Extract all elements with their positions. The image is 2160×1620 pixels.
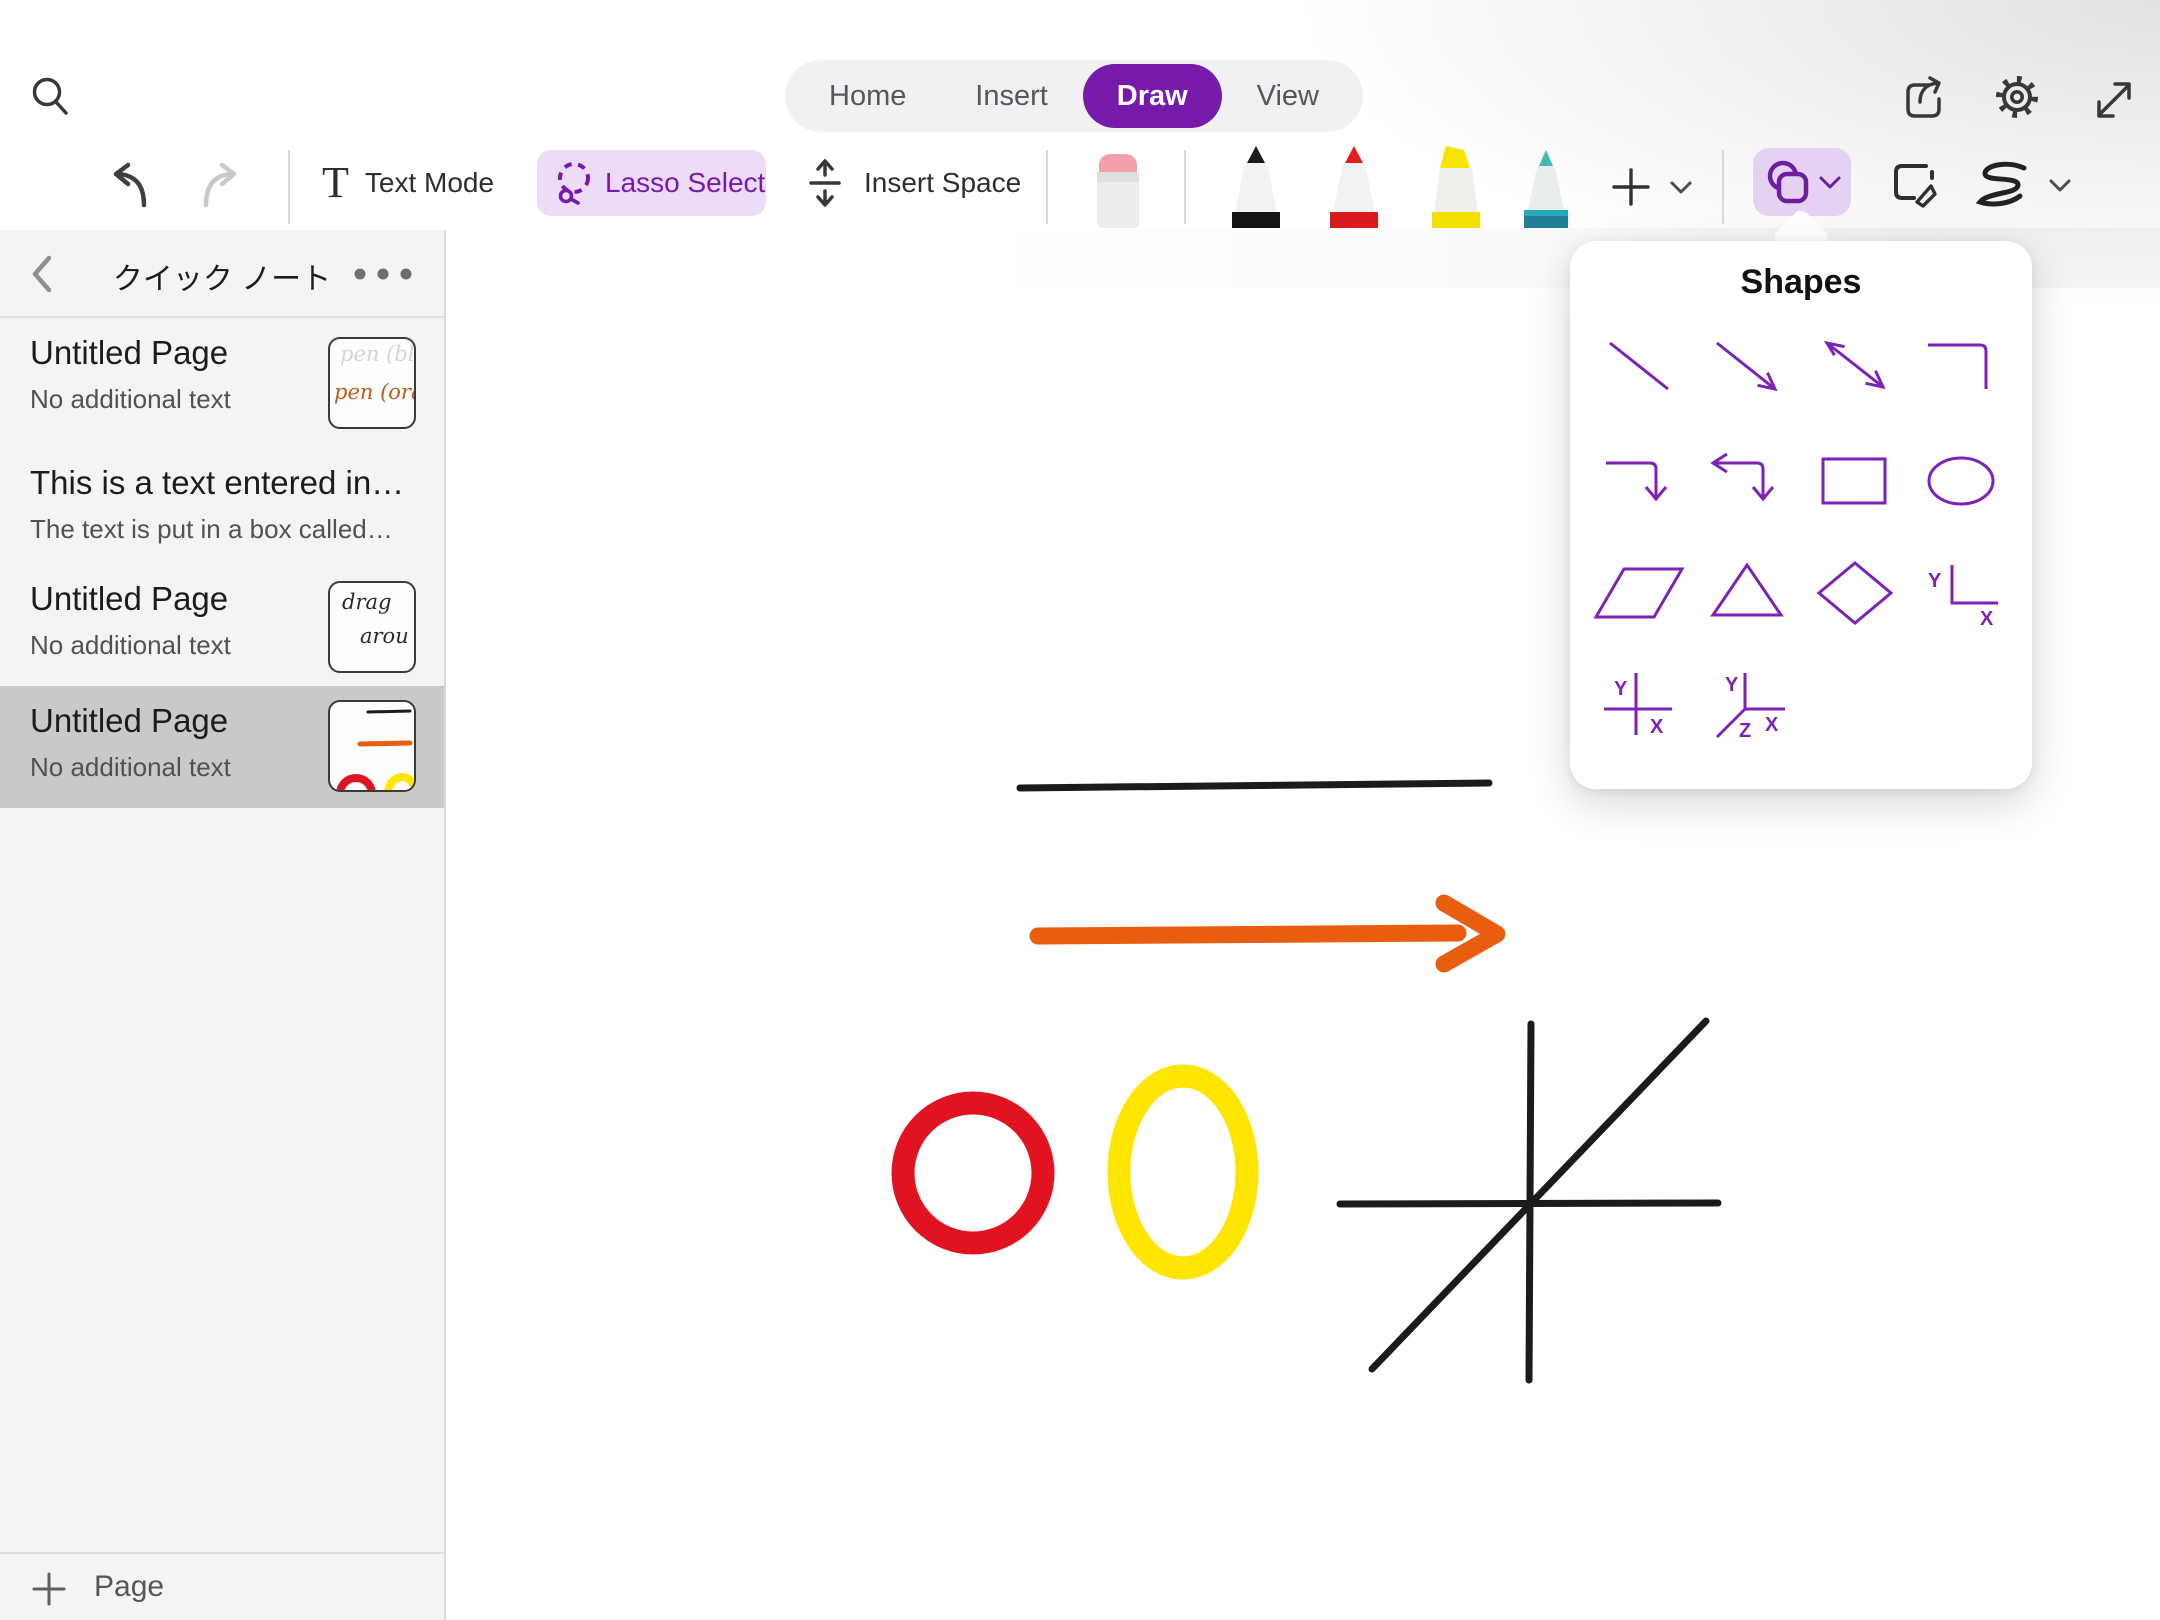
ink-red-circle [903,1103,1043,1243]
shape-axes-xyz[interactable]: Y X Z [1694,651,1802,763]
shape-triangle[interactable] [1694,539,1802,651]
shape-elbow-connector[interactable] [1909,315,2017,427]
shape-diagonal-double-arrow[interactable] [1801,315,1909,427]
shape-elbow-double-arrow[interactable] [1694,427,1802,539]
svg-text:Z: Z [1739,720,1751,742]
svg-text:Y: Y [1725,674,1739,696]
shapes-popup: Shapes [1570,241,2032,789]
ink-orange-arrow [1038,903,1497,964]
svg-text:X: X [1650,716,1664,738]
svg-text:Y: Y [1614,678,1628,700]
shape-diagonal-arrow[interactable] [1694,315,1802,427]
shape-diamond[interactable] [1801,539,1909,651]
shape-diagonal-line[interactable] [1586,315,1694,427]
shape-ellipse[interactable] [1909,427,2017,539]
ink-axes-sketch [1340,1021,1718,1380]
onenote-app: Home Insert Draw View [0,0,2160,1620]
shapes-popup-title: Shapes [1570,263,2032,302]
ink-yellow-ellipse [1119,1076,1247,1268]
shape-rectangle[interactable] [1801,427,1909,539]
shape-elbow-arrow-down[interactable] [1586,427,1694,539]
shape-parallelogram[interactable] [1586,539,1694,651]
shapes-grid: Y X Y X Y X Z [1586,315,2016,763]
shape-axes-xy[interactable]: Y X [1909,539,2017,651]
shape-axes-xy-cross[interactable]: Y X [1586,651,1694,763]
svg-text:X: X [1980,608,1994,630]
svg-text:X: X [1765,714,1779,736]
ink-black-line [1020,783,1489,788]
svg-text:Y: Y [1928,570,1942,592]
